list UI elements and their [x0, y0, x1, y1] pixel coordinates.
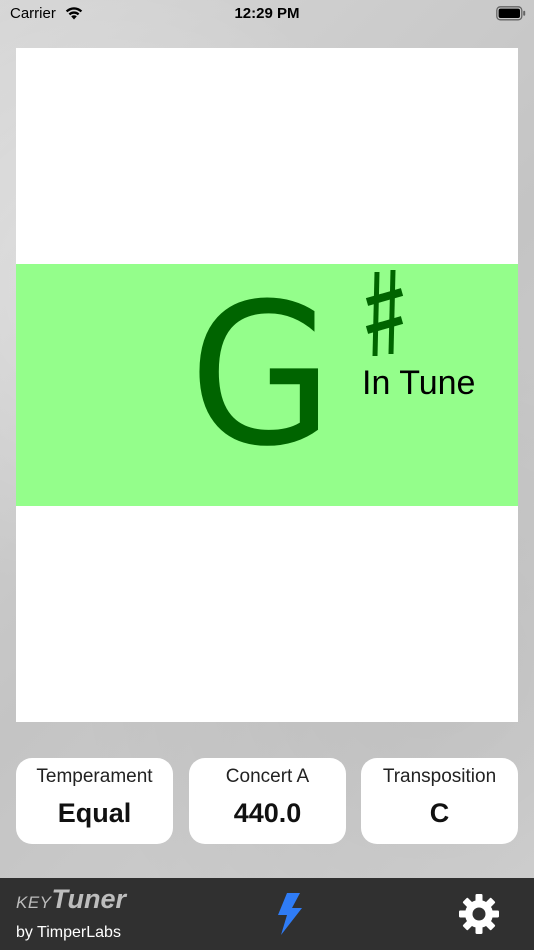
- concert-a-label: Concert A: [225, 766, 310, 787]
- brand-tuner-text: Tuner: [51, 884, 127, 914]
- tuner-display: G In Tune: [16, 48, 518, 722]
- lightning-bolt-icon[interactable]: [272, 892, 308, 936]
- tune-status-label: In Tune: [362, 364, 476, 402]
- concert-a-button[interactable]: Concert A 440.0: [189, 758, 346, 844]
- brand-logo: KEYTuner by TimperLabs: [16, 884, 127, 941]
- concert-a-value: 440.0: [233, 798, 302, 828]
- battery-icon: [496, 6, 526, 25]
- transposition-label: Transposition: [382, 766, 497, 787]
- sharp-icon: [364, 268, 404, 360]
- brand-byline: by TimperLabs: [16, 924, 121, 941]
- gear-icon[interactable]: [458, 893, 500, 935]
- transposition-value: C: [429, 798, 450, 828]
- transposition-button[interactable]: Transposition C: [361, 758, 518, 844]
- brand-key-text: KEY: [16, 893, 52, 912]
- bottom-toolbar: KEYTuner by TimperLabs: [0, 878, 534, 950]
- tuning-indicator-band: G In Tune: [16, 264, 518, 506]
- status-bar: Carrier 12:29 PM: [0, 0, 534, 28]
- clock: 12:29 PM: [234, 5, 300, 22]
- temperament-value: Equal: [57, 798, 132, 828]
- temperament-button[interactable]: Temperament Equal: [16, 758, 173, 844]
- note-letter: G: [189, 262, 334, 490]
- temperament-label: Temperament: [36, 766, 153, 787]
